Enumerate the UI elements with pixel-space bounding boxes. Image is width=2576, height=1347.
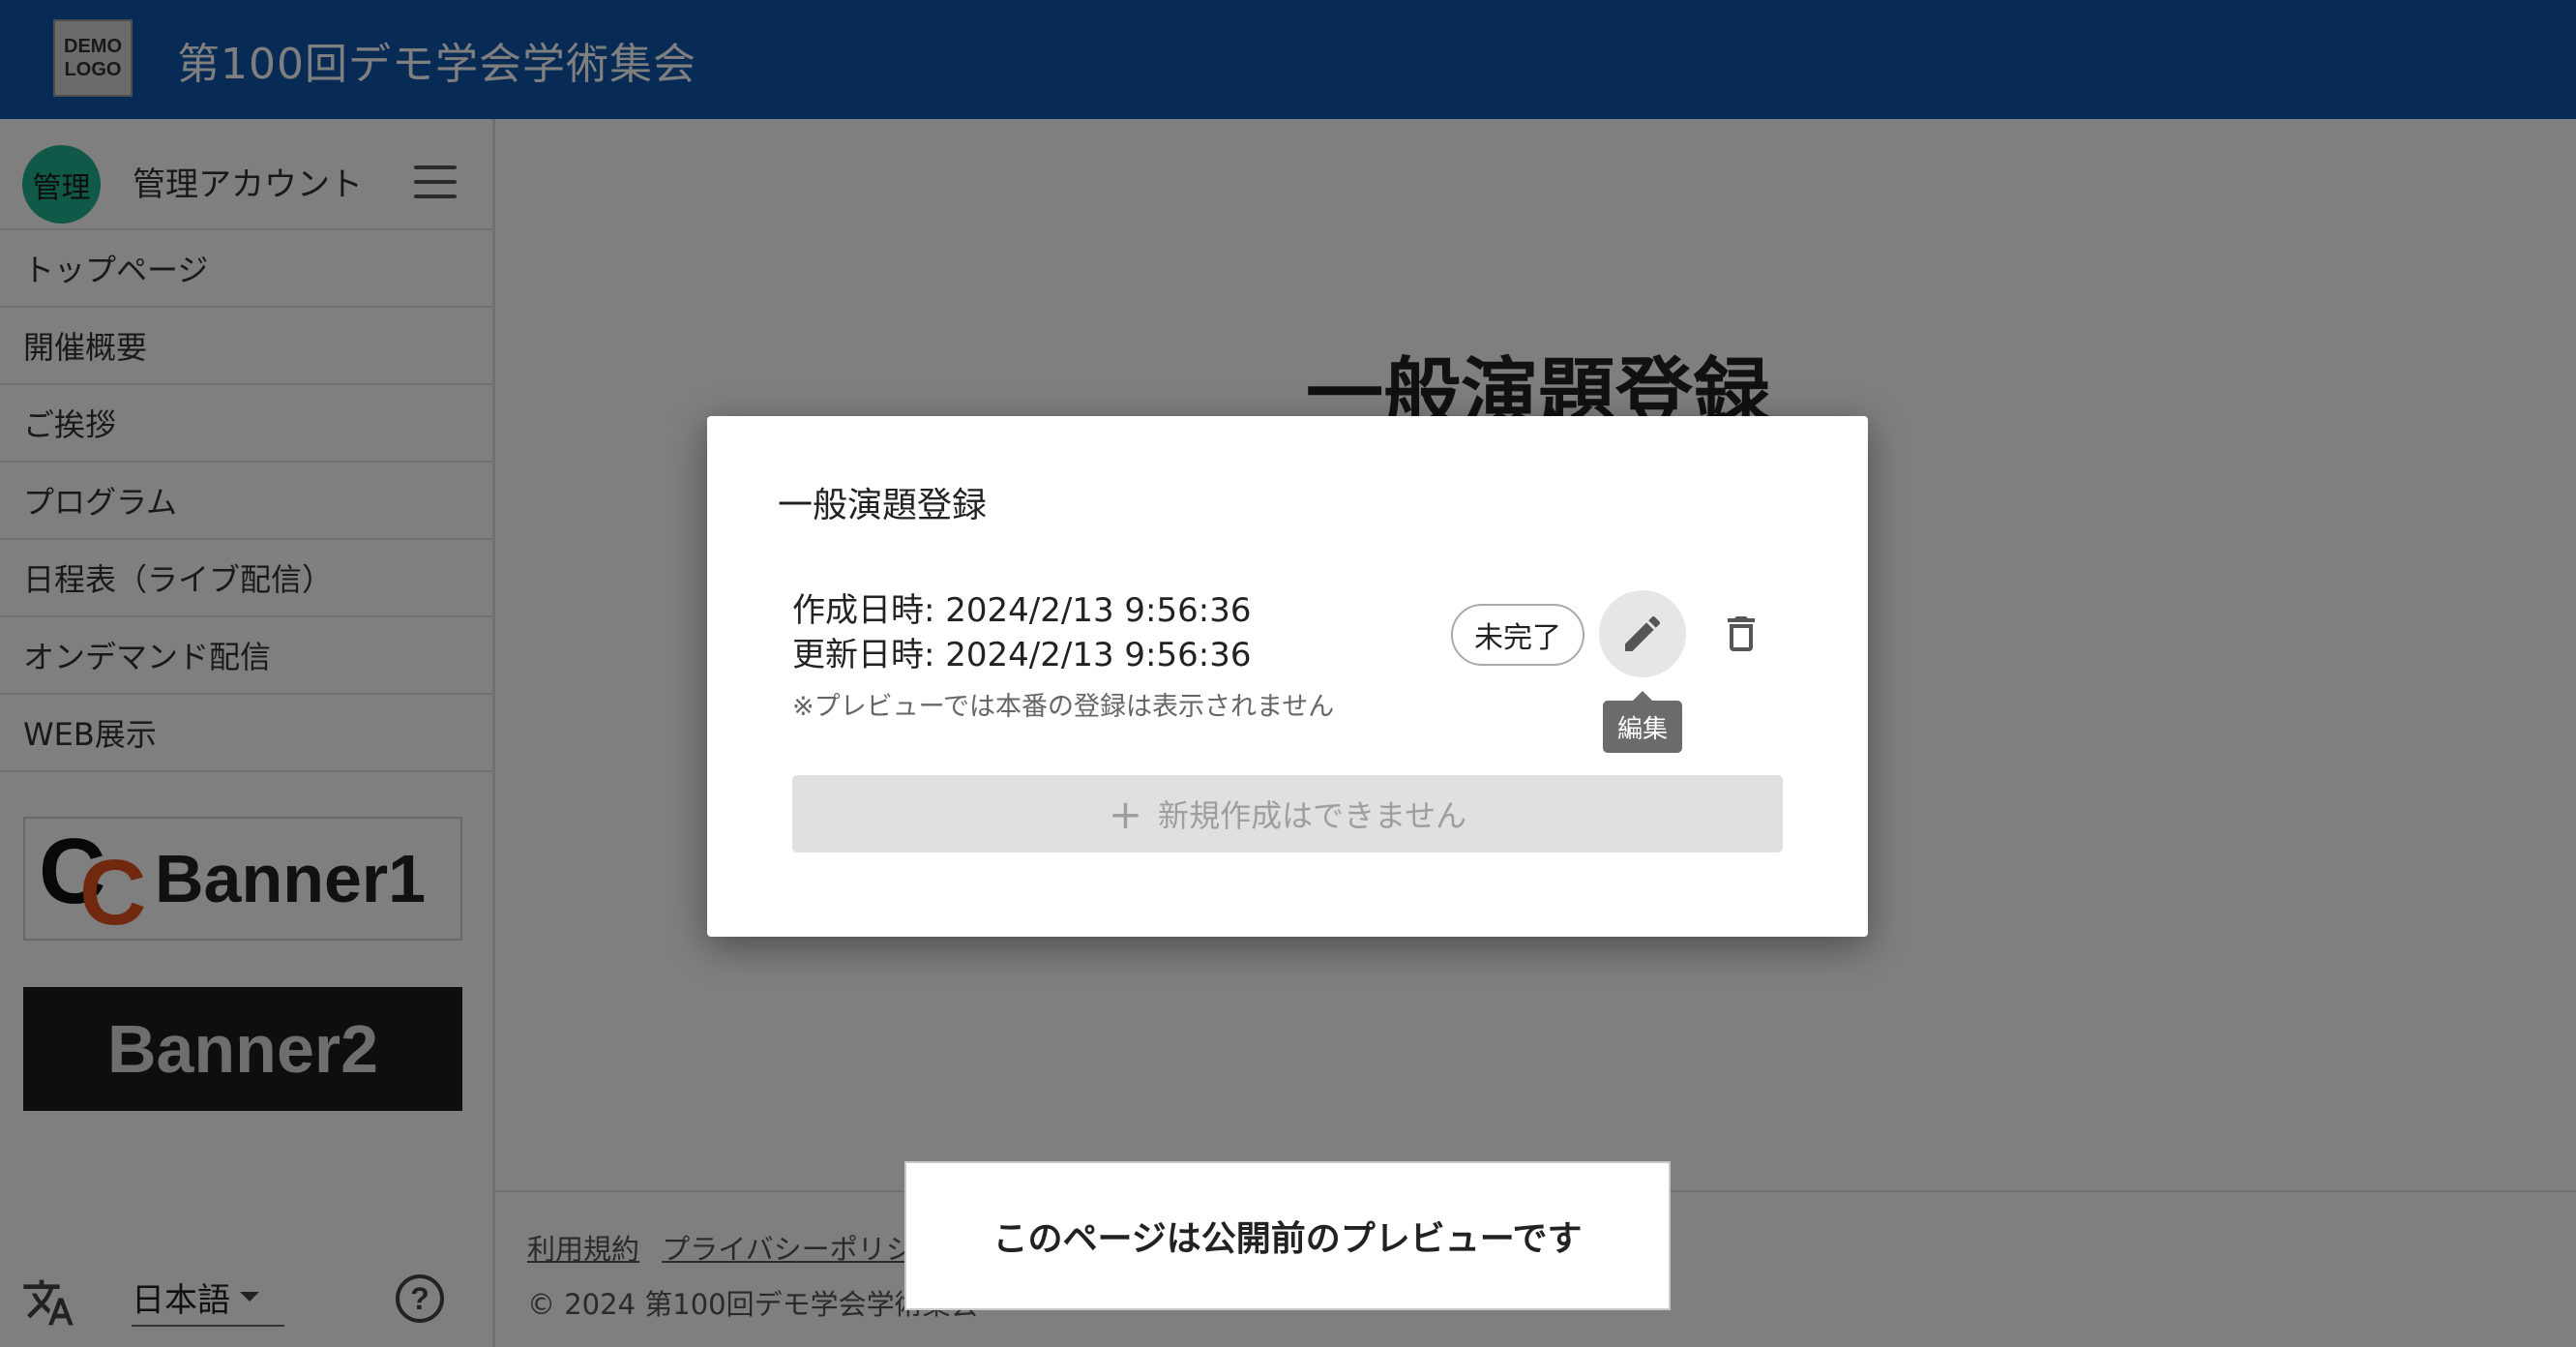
edit-tooltip: 編集: [1603, 691, 1682, 753]
plus-icon: +: [1108, 790, 1143, 838]
pencil-icon: [1625, 615, 1661, 651]
preview-notice: このページは公開前のプレビューです: [904, 1161, 1671, 1310]
registration-dialog: 一般演題登録 作成日時: 2024/2/13 9:56:36 更新日時: 202…: [707, 416, 1868, 937]
new-button-label: 新規作成はできません: [1158, 797, 1467, 834]
edit-button[interactable]: [1599, 590, 1686, 677]
delete-button[interactable]: [1698, 590, 1785, 677]
new-registration-button[interactable]: + 新規作成はできません: [792, 775, 1783, 853]
dialog-title: 一般演題登録: [778, 486, 988, 525]
trash-icon: [1728, 616, 1755, 651]
status-badge: 未完了: [1451, 604, 1584, 666]
